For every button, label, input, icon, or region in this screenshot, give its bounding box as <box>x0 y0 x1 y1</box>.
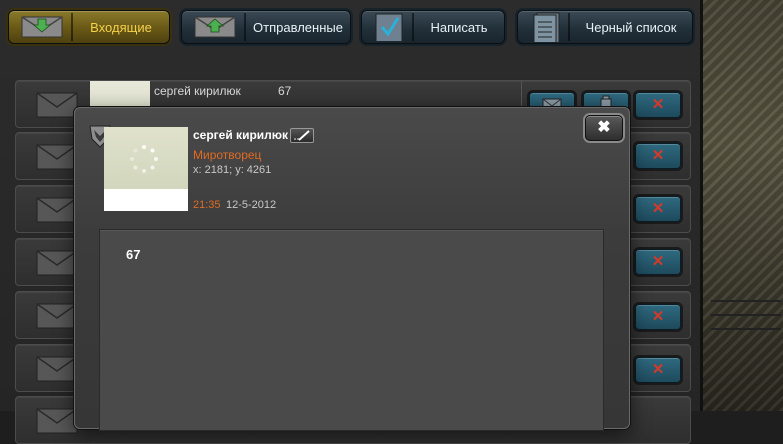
pencil-icon <box>294 130 310 141</box>
sender-avatar <box>104 127 188 211</box>
message-date: 12-5-2012 <box>226 199 277 211</box>
envelope-icon <box>36 144 78 170</box>
checkbox-icon <box>375 13 403 41</box>
envelope-icon <box>36 197 78 223</box>
tab-sent[interactable]: Отправленные <box>181 10 351 44</box>
close-icon: ✖ <box>597 119 611 136</box>
envelope-icon <box>36 303 78 329</box>
loading-spinner-icon <box>130 145 158 173</box>
tab-compose[interactable]: Написать <box>361 10 505 44</box>
sender-coordinates[interactable]: x: 2181; y: 4261 <box>193 164 271 176</box>
message-dialog: ✖ сергей кирилюк Миротворец x: 2181; y: … <box>74 107 630 431</box>
delete-x-icon: ✕ <box>651 147 665 164</box>
sender-rank: Миротворец <box>193 148 262 162</box>
delete-x-icon: ✕ <box>651 96 665 113</box>
delete-button[interactable]: ✕ <box>635 143 681 169</box>
tab-inbox-label: Входящие <box>90 19 152 35</box>
delete-button[interactable]: ✕ <box>635 304 681 330</box>
delete-x-icon: ✕ <box>651 308 665 325</box>
close-button[interactable]: ✖ <box>585 115 623 141</box>
envelope-up-icon <box>194 16 236 38</box>
row-sender-name: сергей кирилюк <box>154 84 241 98</box>
envelope-icon <box>36 356 78 382</box>
sender-name[interactable]: сергей кирилюк <box>193 128 288 142</box>
edit-button[interactable] <box>290 128 314 143</box>
delete-x-icon: ✕ <box>651 361 665 378</box>
tab-blacklist[interactable]: Черный список <box>517 10 693 44</box>
message-time: 21:35 <box>193 199 221 211</box>
tab-compose-label: Написать <box>430 19 488 35</box>
tab-sent-label: Отправленные <box>253 19 343 35</box>
delete-x-icon: ✕ <box>651 200 665 217</box>
envelope-icon <box>36 92 78 118</box>
delete-x-icon: ✕ <box>651 253 665 270</box>
envelope-icon <box>36 408 78 434</box>
document-list-icon <box>533 12 560 42</box>
message-body: 67 <box>99 229 604 431</box>
delete-button[interactable]: ✕ <box>635 196 681 222</box>
game-scenery <box>700 0 783 411</box>
tab-inbox[interactable]: Входящие <box>8 10 170 44</box>
envelope-down-icon <box>21 16 63 38</box>
delete-button[interactable]: ✕ <box>635 92 681 118</box>
tab-blacklist-label: Черный список <box>585 19 677 35</box>
delete-button[interactable]: ✕ <box>635 357 681 383</box>
message-text: 67 <box>126 247 141 262</box>
envelope-icon <box>36 250 78 276</box>
row-subject: 67 <box>278 84 292 98</box>
delete-button[interactable]: ✕ <box>635 249 681 275</box>
